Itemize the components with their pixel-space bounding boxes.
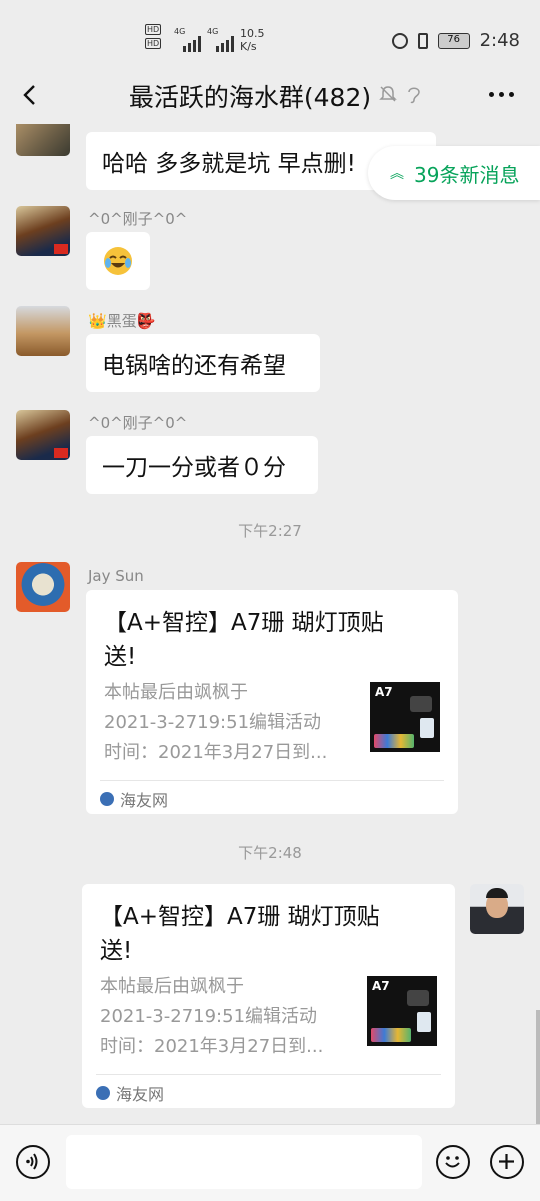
plus-icon — [499, 1154, 514, 1169]
message-bubble[interactable]: 一刀一分或者０分 — [86, 436, 318, 494]
voice-icon — [26, 1153, 38, 1170]
clock: 2:48 — [479, 30, 520, 51]
chat-messages[interactable]: 哈哈 多多就是坑 早点删! ^0^刚子^0^ 👑黑蛋👺 电锅啥的还有希望 ^0^… — [0, 124, 540, 1124]
avatar[interactable] — [16, 410, 70, 460]
vibrate-icon — [417, 32, 428, 49]
card-thumbnail: A7 — [370, 682, 440, 752]
card-source: 海友网 — [96, 1081, 164, 1105]
more-functions-button[interactable] — [490, 1145, 524, 1179]
signal-icon — [183, 30, 201, 52]
input-bar — [0, 1124, 540, 1201]
mute-bell-icon — [379, 86, 397, 102]
message-bubble[interactable] — [86, 232, 150, 290]
hd-indicator: HD HD — [145, 24, 162, 49]
signal-icon-2 — [216, 30, 234, 52]
scrollbar[interactable] — [536, 1010, 540, 1124]
sender-name: ^0^刚子^0^ — [88, 414, 188, 432]
smiley-icon — [445, 1156, 460, 1168]
link-card[interactable]: 【A+智控】A7珊 瑚灯顶贴 送! 本帖最后由飒枫于 2021-3-2719:5… — [82, 884, 455, 1108]
card-title: 【A+智控】A7珊 瑚灯顶贴 送! — [104, 610, 384, 670]
alarm-icon — [391, 32, 408, 49]
crown-emoji-icon: 👑 — [88, 312, 107, 330]
avatar[interactable] — [16, 206, 70, 256]
timestamp: 下午2:48 — [238, 844, 302, 862]
message-input[interactable] — [66, 1135, 422, 1189]
avatar[interactable] — [16, 306, 70, 356]
chat-title: 最活跃的海水群(482) — [128, 83, 372, 112]
card-source: 海友网 — [100, 787, 168, 811]
avatar[interactable] — [470, 884, 524, 934]
card-title: 【A+智控】A7珊 瑚灯顶贴 送! — [100, 904, 380, 964]
avatar[interactable] — [16, 124, 70, 156]
voice-input-button[interactable] — [16, 1145, 50, 1179]
link-card[interactable]: 【A+智控】A7珊 瑚灯顶贴 送! 本帖最后由飒枫于 2021-3-2719:5… — [86, 590, 458, 814]
crying-laughing-emoji-icon — [104, 247, 132, 275]
earpiece-icon — [408, 87, 420, 104]
message-bubble[interactable]: 电锅啥的还有希望 — [86, 334, 320, 392]
divider — [96, 1074, 441, 1075]
sender-name: 👑黑蛋👺 — [88, 312, 156, 330]
source-logo-icon — [96, 1086, 110, 1100]
battery-icon: 76 — [437, 32, 470, 49]
divider — [100, 780, 444, 781]
emoji-button[interactable] — [436, 1145, 470, 1179]
network-speed: 10.5 K/s — [240, 27, 265, 53]
title-bar: 最活跃的海水群(482) — [0, 68, 540, 124]
new-messages-button[interactable]: ︽ 39条新消息 — [368, 146, 540, 200]
timestamp: 下午2:27 — [238, 522, 302, 540]
card-description: 本帖最后由飒枫于 2021-3-2719:51编辑活动 时间：2021年3月27… — [100, 976, 324, 1057]
card-description: 本帖最后由飒枫于 2021-3-2719:51编辑活动 时间：2021年3月27… — [104, 682, 328, 763]
sender-name: Jay Sun — [88, 567, 144, 585]
more-options-icon[interactable] — [489, 92, 514, 97]
avatar[interactable] — [16, 562, 70, 612]
goblin-emoji-icon: 👺 — [136, 312, 156, 330]
card-thumbnail: A7 — [367, 976, 437, 1046]
sender-name: ^0^刚子^0^ — [88, 210, 188, 228]
double-chevron-up-icon: ︽ — [390, 166, 404, 182]
source-logo-icon — [100, 792, 114, 806]
